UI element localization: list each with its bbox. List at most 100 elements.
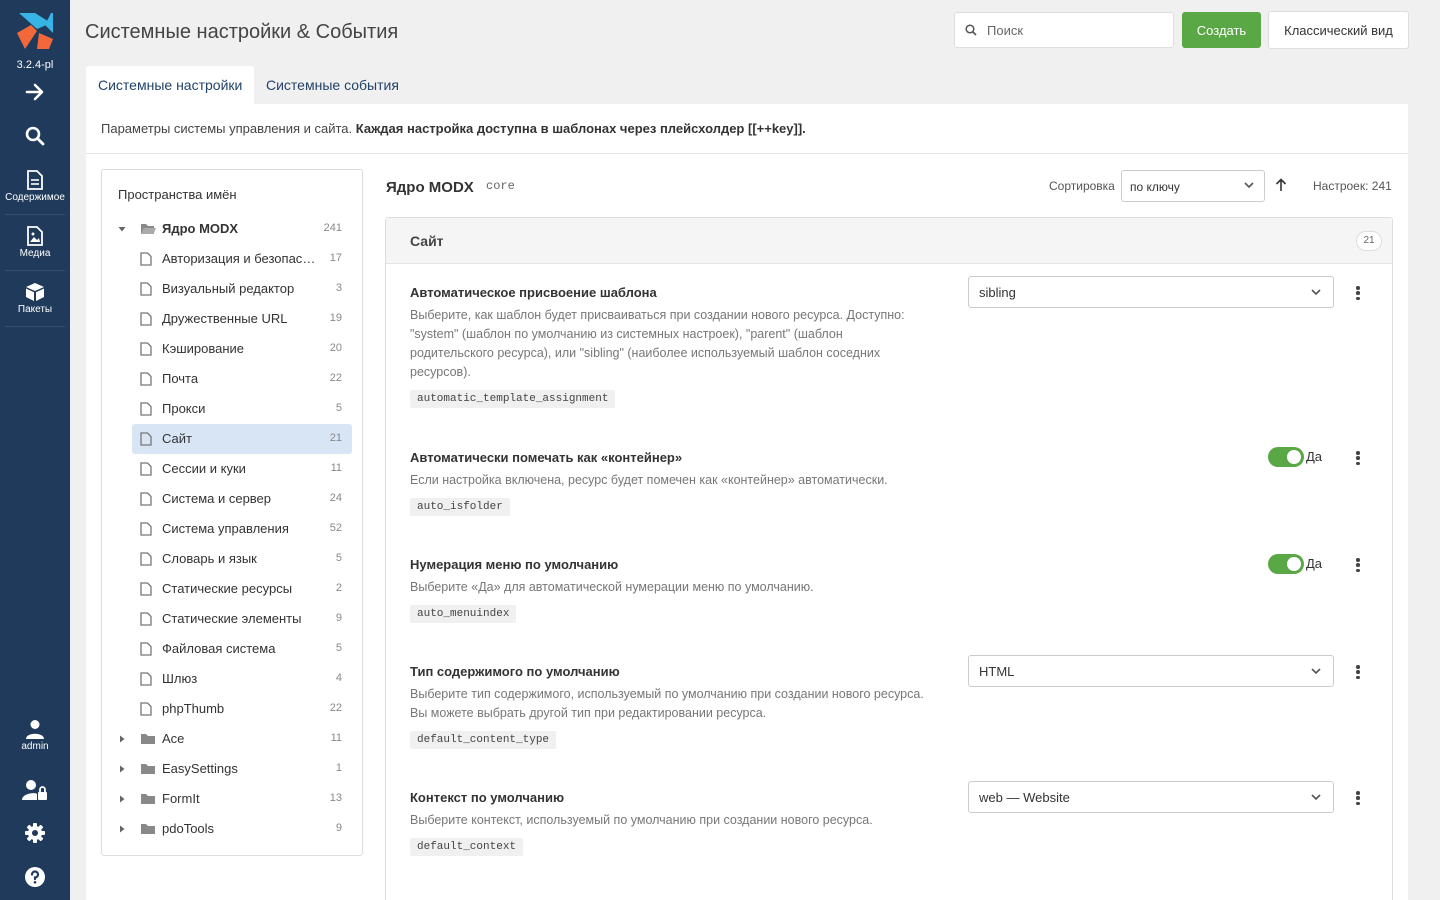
caret-down-icon[interactable] bbox=[118, 225, 126, 233]
chevron-down-icon bbox=[1311, 794, 1321, 801]
tree-area-count: 17 bbox=[329, 252, 342, 264]
tree-area-label: Словарь и язык bbox=[162, 551, 257, 566]
setting-select[interactable]: HTML bbox=[968, 655, 1334, 687]
settings-panel: Параметры системы управления и сайта. Ка… bbox=[86, 104, 1408, 900]
tree-namespace-count: 9 bbox=[335, 822, 342, 834]
tree-area-item[interactable]: Авторизация и безопасность 17 bbox=[132, 244, 352, 274]
tree-area-count: 5 bbox=[335, 642, 342, 654]
more-options-icon[interactable] bbox=[1352, 284, 1364, 302]
tree-area-item[interactable]: phpThumb 22 bbox=[132, 694, 352, 724]
intro-bold: Каждая настройка доступна в шаблонах чер… bbox=[355, 121, 806, 136]
expand-menu-button[interactable] bbox=[0, 82, 70, 102]
setting-key: default_content_type bbox=[410, 731, 557, 749]
more-options-icon[interactable] bbox=[1352, 449, 1364, 467]
modx-logo[interactable] bbox=[15, 11, 55, 51]
setting-row: Автоматически помечать как «контейнер» Е… bbox=[410, 447, 1380, 516]
tree-namespace-item[interactable]: EasySettings 1 bbox=[120, 754, 352, 784]
tree-node-core[interactable]: Ядро MODX 241 bbox=[118, 214, 352, 244]
file-icon bbox=[140, 612, 152, 626]
chevron-down-icon bbox=[1244, 182, 1254, 189]
tree-area-label: Визуальный редактор bbox=[162, 281, 295, 296]
setting-name: Автоматически помечать как «контейнер» bbox=[410, 450, 683, 465]
create-button[interactable]: Создать bbox=[1182, 12, 1261, 48]
packages-menu-button[interactable]: Пакеты bbox=[0, 282, 70, 315]
tree-area-item[interactable]: Статические элементы 9 bbox=[132, 604, 352, 634]
sort-direction-arrow-up-icon[interactable] bbox=[1275, 178, 1287, 192]
tree-area-label: Авторизация и безопасность bbox=[162, 251, 318, 266]
caret-right-icon[interactable] bbox=[118, 825, 126, 833]
access-menu-button[interactable] bbox=[0, 779, 70, 801]
tab-system-events[interactable]: Системные события bbox=[254, 66, 411, 104]
caret-right-icon[interactable] bbox=[118, 795, 126, 803]
tree-area-label: Статические ресурсы bbox=[162, 581, 293, 596]
media-menu-label: Медиа bbox=[19, 248, 51, 259]
settings-menu-button[interactable] bbox=[0, 823, 70, 843]
setting-select[interactable]: web — Website bbox=[968, 781, 1334, 813]
area-title: Сайт bbox=[410, 233, 444, 249]
tree-area-item[interactable]: Шлюз 4 bbox=[132, 664, 352, 694]
file-icon bbox=[140, 342, 152, 356]
sort-label: Сортировка bbox=[1049, 179, 1115, 193]
tree-area-item[interactable]: Кэширование 20 bbox=[132, 334, 352, 364]
content-menu-label: Содержимое bbox=[5, 192, 65, 203]
chevron-down-icon bbox=[1311, 289, 1321, 296]
setting-key: auto_isfolder bbox=[410, 498, 510, 516]
more-options-icon[interactable] bbox=[1352, 663, 1364, 681]
tree-area-item[interactable]: Сессии и куки 11 bbox=[132, 454, 352, 484]
setting-select[interactable]: sibling bbox=[968, 276, 1334, 308]
tree-area-item[interactable]: Файловая система 5 bbox=[132, 634, 352, 664]
tree-area-item[interactable]: Сайт 21 bbox=[132, 424, 352, 454]
tree-namespace-item[interactable]: Ace 11 bbox=[120, 724, 352, 754]
folder-icon bbox=[141, 794, 155, 804]
content-menu-button[interactable]: Содержимое bbox=[0, 170, 70, 203]
tree-area-label: Статические элементы bbox=[162, 611, 302, 626]
document-icon bbox=[27, 170, 43, 190]
user-menu-label: admin bbox=[21, 741, 49, 752]
user-menu-button[interactable]: admin bbox=[0, 719, 70, 752]
tree-area-label: Система управления bbox=[162, 521, 289, 536]
tree-area-item[interactable]: Прокси 5 bbox=[132, 394, 352, 424]
tree-area-count: 20 bbox=[329, 342, 342, 354]
setting-key: default_context bbox=[410, 838, 524, 856]
namespace-tree: Пространства имён Ядро MODX 241 Авториза… bbox=[101, 169, 363, 856]
tree-area-item[interactable]: Почта 22 bbox=[132, 364, 352, 394]
sidebar-divider bbox=[5, 270, 65, 271]
tree-area-count: 24 bbox=[329, 492, 342, 504]
tree-area-item[interactable]: Визуальный редактор 3 bbox=[132, 274, 352, 304]
tree-area-item[interactable]: Статические ресурсы 2 bbox=[132, 574, 352, 604]
file-icon bbox=[140, 672, 152, 686]
search-input[interactable] bbox=[987, 13, 1167, 47]
folder-icon bbox=[141, 824, 155, 834]
tree-area-item[interactable]: Система управления 52 bbox=[132, 514, 352, 544]
tree-namespace-item[interactable]: pdoTools 9 bbox=[120, 814, 352, 844]
help-icon bbox=[25, 867, 45, 887]
page-title: Системные настройки & События bbox=[85, 21, 399, 43]
file-icon bbox=[140, 432, 152, 446]
tree-namespace-item[interactable]: FormIt 13 bbox=[120, 784, 352, 814]
file-icon bbox=[140, 582, 152, 596]
classic-view-button[interactable]: Классический вид bbox=[1268, 11, 1409, 49]
tab-system-settings[interactable]: Системные настройки bbox=[86, 66, 255, 104]
file-icon bbox=[140, 462, 152, 476]
tree-area-label: phpThumb bbox=[162, 701, 225, 716]
more-options-icon[interactable] bbox=[1352, 789, 1364, 807]
caret-right-icon[interactable] bbox=[118, 735, 126, 743]
search-field[interactable] bbox=[954, 12, 1174, 48]
more-options-icon[interactable] bbox=[1352, 556, 1364, 574]
folder-open-icon bbox=[141, 224, 156, 234]
tree-area-item[interactable]: Дружественные URL 19 bbox=[132, 304, 352, 334]
divider bbox=[86, 153, 1408, 154]
arrow-right-icon bbox=[25, 83, 44, 101]
help-menu-button[interactable] bbox=[0, 867, 70, 887]
file-icon bbox=[140, 252, 152, 266]
search-menu-button[interactable] bbox=[0, 126, 70, 146]
setting-toggle[interactable] bbox=[1268, 447, 1304, 467]
setting-description: Выберите контекст, используемый по умолч… bbox=[410, 813, 873, 827]
box-icon bbox=[26, 283, 44, 301]
tree-area-item[interactable]: Словарь и язык 5 bbox=[132, 544, 352, 574]
tree-area-item[interactable]: Система и сервер 24 bbox=[132, 484, 352, 514]
sort-select[interactable]: по ключу bbox=[1121, 170, 1265, 202]
caret-right-icon[interactable] bbox=[118, 765, 126, 773]
media-menu-button[interactable]: Медиа bbox=[0, 226, 70, 259]
setting-toggle[interactable] bbox=[1268, 554, 1304, 574]
